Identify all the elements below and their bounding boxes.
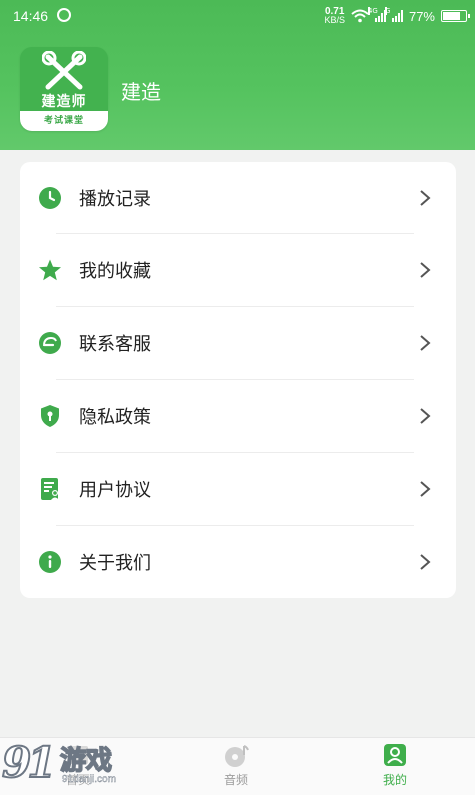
watermark-number: 91	[1, 737, 58, 788]
network-speed: 0.71 KB/S	[324, 7, 345, 25]
shield-lock-icon	[41, 405, 59, 427]
music-disc-icon	[225, 745, 249, 767]
watermark-text: 游戏	[59, 745, 113, 777]
menu-item-user-agreement[interactable]: 用户协议	[20, 453, 456, 525]
tab-label: 音频	[223, 773, 248, 787]
document-user-icon	[41, 478, 59, 500]
menu-item-label: 我的收藏	[79, 261, 151, 282]
status-bar: 14:46 0.71 KB/S 4G G 77%	[0, 0, 475, 32]
signal-tag: 4G	[367, 7, 378, 15]
star-icon	[39, 259, 61, 281]
status-time: 14:46	[13, 8, 49, 24]
menu-item-label: 播放记录	[79, 189, 151, 210]
profile-icon	[384, 744, 406, 766]
watermark-url: 91danji.com	[62, 774, 116, 785]
chevron-right-icon	[420, 408, 431, 424]
menu-item-privacy-policy[interactable]: 隐私政策	[20, 380, 456, 452]
wifi-icon	[351, 9, 369, 23]
tab-label: 我的	[382, 773, 407, 787]
app-logo: 建造师 考试课堂	[20, 47, 108, 131]
tools-icon	[42, 51, 86, 90]
tab-mine[interactable]: 我的	[365, 738, 425, 795]
watermark: 91 游戏 91danji.com	[0, 736, 150, 794]
tab-audio[interactable]: 音频	[206, 738, 266, 795]
logo-name: 建造师	[41, 94, 87, 110]
chevron-right-icon	[420, 554, 431, 570]
menu-item-label: 用户协议	[79, 480, 151, 501]
clock-icon	[39, 187, 61, 209]
menu-item-about-us[interactable]: 关于我们	[20, 526, 456, 598]
battery-icon	[441, 10, 470, 22]
battery-percent: 77%	[408, 8, 435, 24]
menu-item-play-history[interactable]: 播放记录	[20, 162, 456, 234]
signal-icon: G	[384, 7, 403, 22]
chevron-right-icon	[420, 190, 431, 206]
menu-item-customer-service[interactable]: 联系客服	[20, 307, 456, 379]
alarm-icon	[57, 8, 71, 22]
chat-icon	[39, 332, 61, 354]
logo-tagline: 考试课堂	[20, 111, 108, 131]
signal-tag: G	[384, 7, 391, 15]
menu-card: 播放记录 我的收藏 联系客服 隐私政策 用户协议 关于我们	[20, 162, 456, 598]
chevron-right-icon	[420, 481, 431, 497]
network-speed-unit: KB/S	[324, 15, 345, 25]
chevron-right-icon	[420, 262, 431, 278]
menu-item-label: 关于我们	[79, 553, 151, 574]
info-icon	[39, 551, 61, 573]
menu-item-label: 联系客服	[79, 334, 151, 355]
chevron-right-icon	[420, 335, 431, 351]
menu-item-favorites[interactable]: 我的收藏	[20, 234, 456, 306]
app-title: 建造	[121, 80, 161, 104]
menu-item-label: 隐私政策	[79, 407, 151, 428]
